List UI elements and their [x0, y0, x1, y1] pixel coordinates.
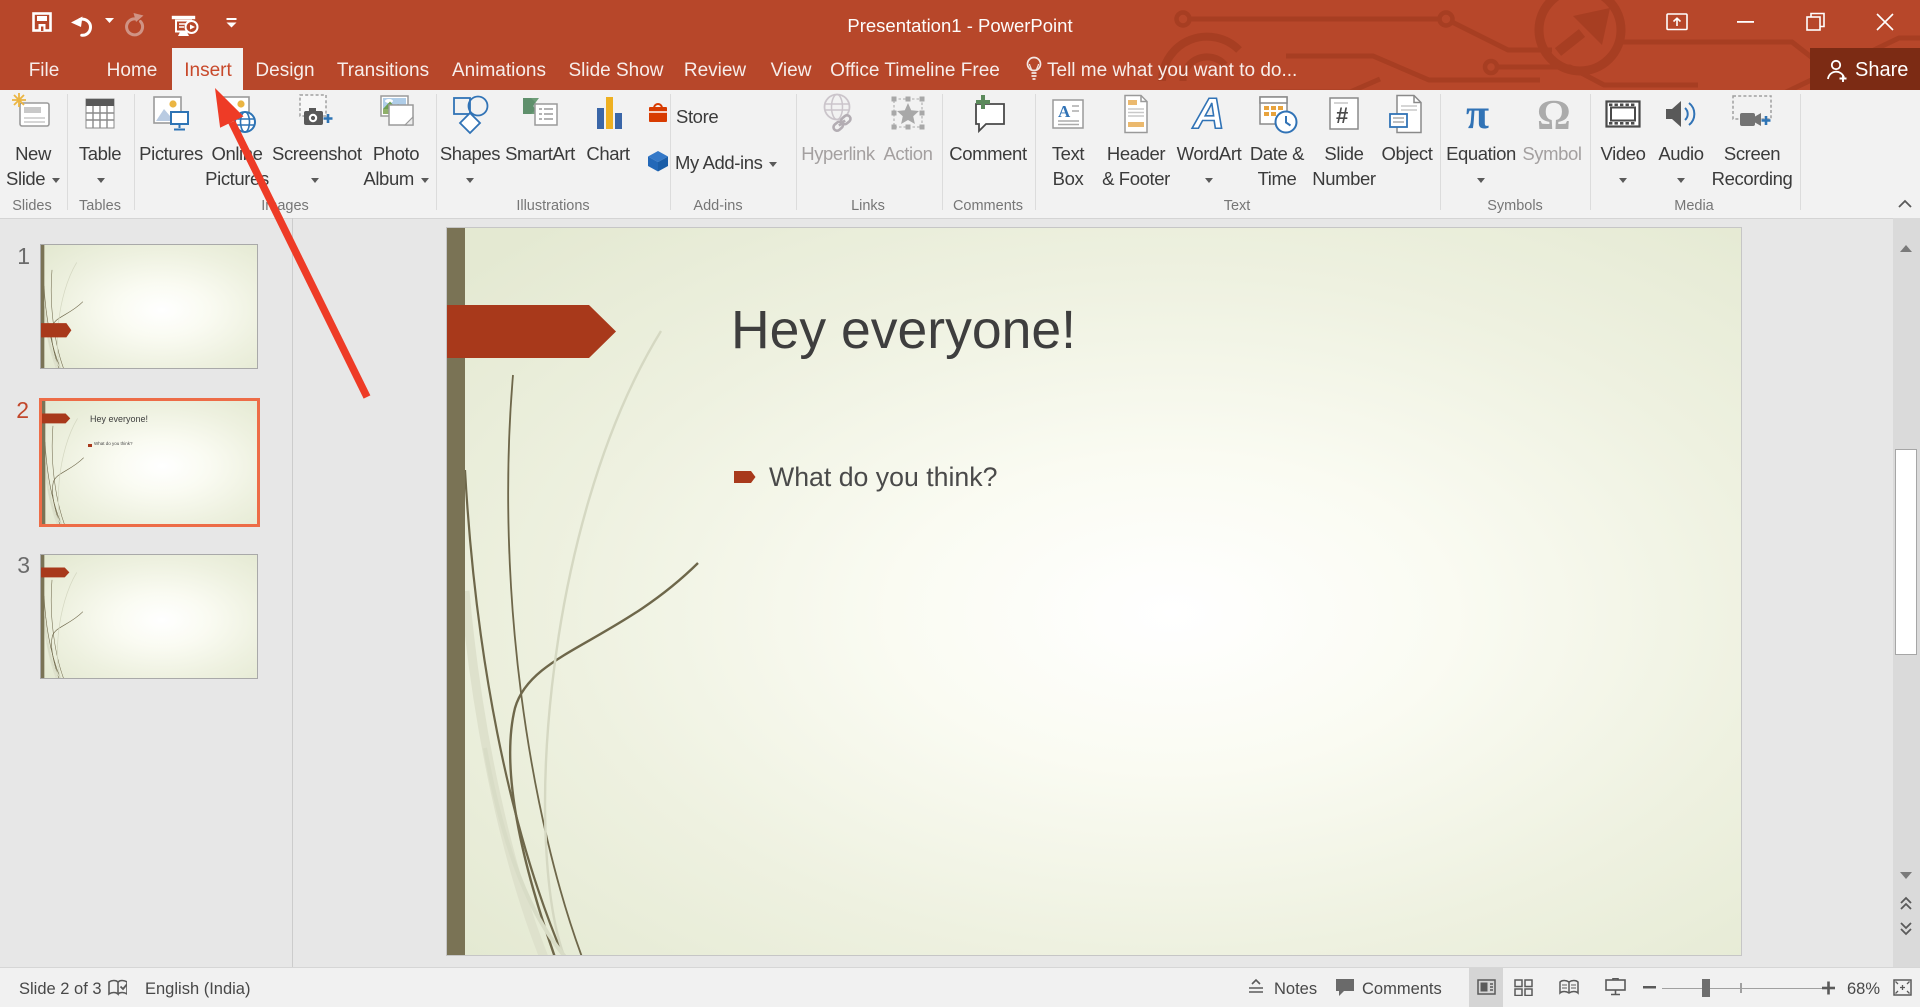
svg-text:A: A: [1058, 102, 1071, 121]
svg-text:A: A: [1192, 92, 1224, 136]
svg-text:Ω: Ω: [1537, 93, 1570, 136]
svg-text:π: π: [1466, 92, 1489, 136]
svg-text:#: #: [1336, 103, 1348, 128]
